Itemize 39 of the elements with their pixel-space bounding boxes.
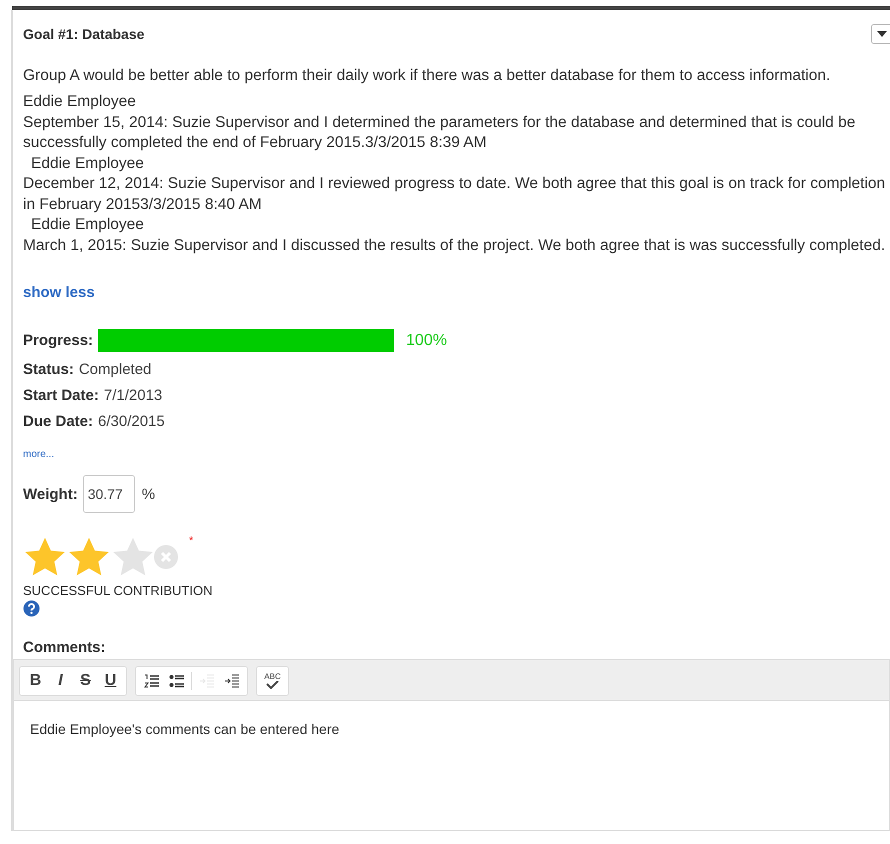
required-mark: * (189, 535, 194, 547)
spellcheck-button[interactable]: ABC (260, 669, 285, 693)
field-label: Due Date: (23, 413, 94, 430)
author-name: Eddie Employee (30, 154, 145, 174)
percent-unit: % (142, 486, 156, 502)
rating-label: SUCCESSFUL CONTRIBUTION (23, 583, 214, 598)
dropdown-button[interactable] (871, 24, 890, 44)
goal-description: Group A would be better able to perform their daily work if there was a better database for them to access information. (23, 66, 832, 86)
progress-note: December 12, 2014: Suzie Supervisor and I reviewed progress to date. We both agree that this goal is on track for completion in February 20153/3/2015 8:40 AM (23, 174, 886, 214)
author-name: Eddie Employee (23, 92, 137, 112)
goal-title: Goal #1: Database (23, 26, 144, 42)
outdent-icon (198, 674, 214, 688)
field-label: Status: (23, 361, 74, 378)
weight-label: Weight: (23, 486, 78, 502)
strike-button[interactable]: S (73, 669, 98, 693)
comments-label: Comments: (23, 639, 107, 656)
more-link[interactable]: more... (23, 449, 54, 460)
numbered-list-icon (144, 674, 160, 688)
field-value: 7/1/2013 (104, 387, 162, 404)
help-icon[interactable] (23, 600, 40, 617)
progress-note: March 1, 2015: Suzie Supervisor and I discussed the results of the project. We both agree that is was successfully completed. (23, 236, 886, 256)
bold-button[interactable]: B (23, 669, 48, 693)
clear-rating-icon[interactable] (153, 544, 179, 570)
caret-icon (876, 30, 888, 38)
underline-button[interactable]: U (98, 669, 123, 693)
show-less-link[interactable]: show less (23, 284, 95, 301)
progress-label: Progress: (23, 332, 94, 349)
check-icon (265, 681, 280, 689)
bullet-list-icon (168, 674, 184, 688)
field-value: 6/30/2015 (98, 413, 165, 430)
field-value: Completed (78, 361, 152, 378)
progress-percent: 100% (406, 332, 447, 350)
field-label: Start Date: (23, 387, 99, 404)
italic-button[interactable]: I (48, 669, 73, 693)
weight-input[interactable]: 30.77 (82, 475, 135, 513)
author-name: Eddie Employee (30, 215, 145, 235)
comments-field[interactable]: Eddie Employee's comments can be entered here (14, 700, 889, 830)
indent-icon (224, 674, 240, 688)
progress-note: September 15, 2014: Suzie Supervisor and I determined the parameters for the database and determined that is could be successfully completed the end of February 2015.3/3/2015 8:39 AM (23, 112, 856, 153)
